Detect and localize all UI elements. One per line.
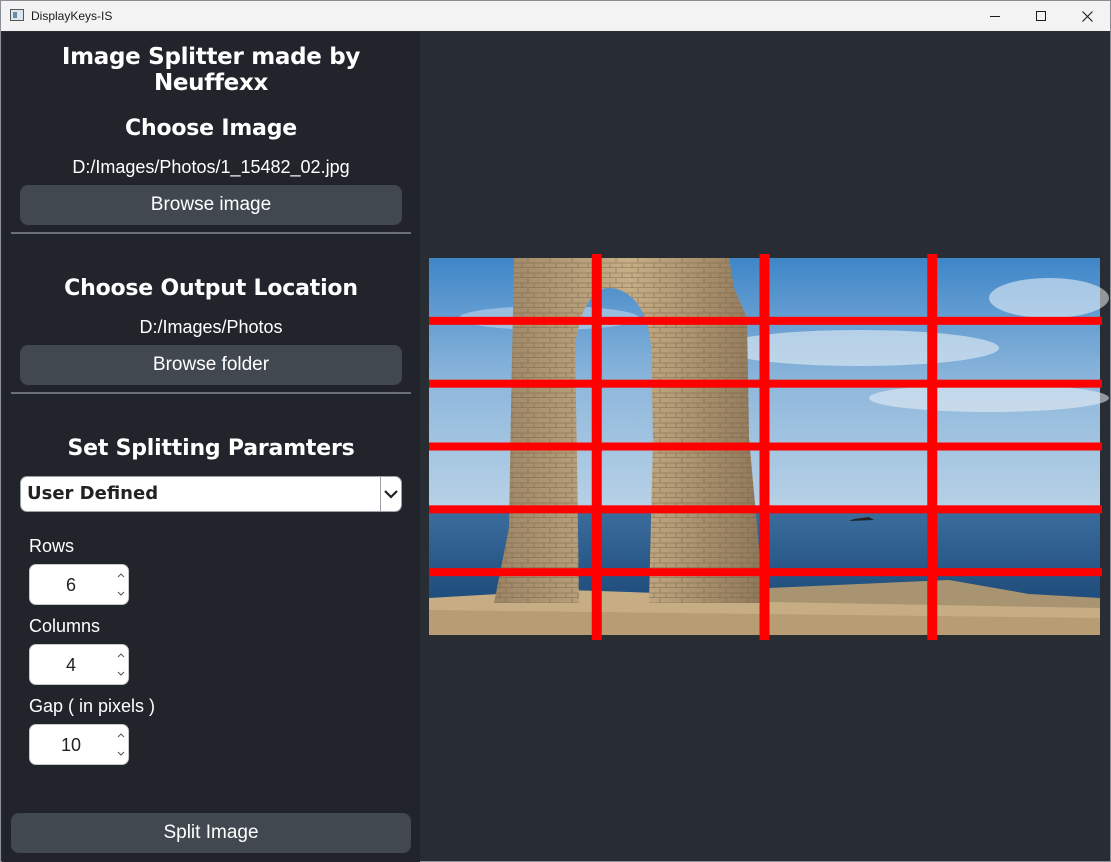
minimize-button[interactable] [972, 1, 1018, 31]
app-window: DisplayKeys-IS Image Splitter made by Ne… [0, 0, 1111, 862]
close-button[interactable] [1064, 1, 1110, 31]
image-preview [429, 254, 1109, 640]
spin-up-icon[interactable] [116, 730, 126, 740]
choose-image-heading: Choose Image [125, 116, 297, 141]
spin-down-icon[interactable] [116, 589, 126, 599]
columns-spinbox[interactable]: 4 [29, 644, 129, 685]
columns-value[interactable]: 4 [30, 655, 112, 676]
app-title: Image Splitter made by Neuffexx [61, 44, 361, 96]
choose-output-heading: Choose Output Location [64, 276, 358, 301]
sidebar: Image Splitter made by Neuffexx Choose I… [2, 32, 420, 862]
output-path-label: D:/Images/Photos [139, 317, 283, 337]
select-separator [380, 477, 381, 511]
divider [11, 392, 411, 394]
params-heading: Set Splitting Paramters [67, 436, 355, 461]
grid-row-line [429, 568, 1102, 577]
split-image-button[interactable]: Split Image [11, 813, 411, 853]
spin-down-icon[interactable] [116, 749, 126, 759]
preview-canvas [429, 254, 1109, 640]
spin-up-icon[interactable] [116, 570, 126, 580]
columns-label: Columns [29, 616, 101, 636]
browse-image-button[interactable]: Browse image [20, 185, 402, 225]
grid-row-line [429, 316, 1102, 325]
close-icon [1081, 10, 1093, 22]
gap-spinbox[interactable]: 10 [29, 724, 129, 765]
grid-row-line [429, 442, 1102, 451]
browse-folder-button[interactable]: Browse folder [20, 345, 402, 385]
spin-down-icon[interactable] [116, 669, 126, 679]
chevron-down-icon[interactable] [383, 486, 399, 502]
window-title: DisplayKeys-IS [31, 9, 113, 23]
divider [11, 232, 411, 234]
maximize-icon [1036, 11, 1046, 21]
minimize-icon [990, 15, 1000, 17]
spin-up-icon[interactable] [116, 650, 126, 660]
gap-label: Gap ( in pixels ) [29, 696, 156, 716]
title-bar[interactable]: DisplayKeys-IS [1, 1, 1110, 31]
rows-spinbox[interactable]: 6 [29, 564, 129, 605]
grid-row-line [429, 505, 1102, 514]
maximize-button[interactable] [1018, 1, 1064, 31]
app-icon [10, 9, 24, 21]
rows-label: Rows [29, 536, 75, 556]
preset-select[interactable]: User Defined [20, 476, 402, 512]
preset-select-value: User Defined [27, 483, 159, 504]
rows-value[interactable]: 6 [30, 575, 112, 596]
gap-value[interactable]: 10 [30, 735, 112, 756]
image-path-label: D:/Images/Photos/1_15482_02.jpg [72, 157, 350, 177]
grid-row-line [429, 379, 1102, 388]
